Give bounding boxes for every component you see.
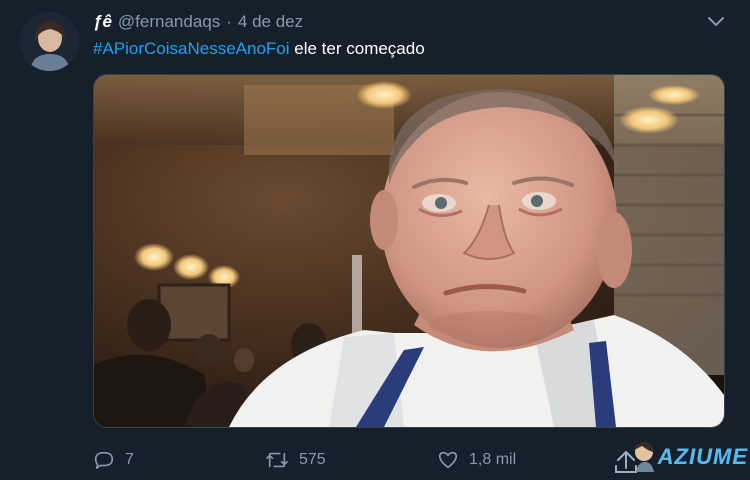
tweet-media-photo[interactable]	[93, 74, 725, 428]
like-count: 1,8 mil	[469, 451, 517, 468]
retweet-button[interactable]: 575	[265, 449, 437, 471]
chevron-down-icon[interactable]	[706, 12, 726, 32]
retweet-icon	[266, 452, 288, 468]
retweet-count: 575	[299, 451, 326, 468]
tweet: ƒê @fernandaqs · 4 de dez #APiorCoisaNes…	[0, 0, 750, 480]
tweet-body: ele ter começado	[289, 39, 425, 58]
action-bar: 7 575 1,8 mil	[93, 446, 653, 474]
avatar[interactable]	[20, 12, 79, 71]
share-icon[interactable]	[612, 438, 656, 476]
display-name[interactable]: ƒê	[93, 12, 112, 32]
user-handle[interactable]: @fernandaqs	[118, 12, 220, 32]
reply-button[interactable]: 7	[93, 449, 265, 471]
heart-icon	[438, 451, 458, 469]
avatar-image	[20, 12, 79, 71]
tweet-date[interactable]: 4 de dez	[238, 12, 303, 32]
reply-count: 7	[125, 451, 134, 468]
hashtag-link[interactable]: #APiorCoisaNesseAnoFoi	[93, 39, 290, 58]
watermark-text: AZIUME	[657, 444, 748, 469]
photo-chef-crying	[94, 75, 724, 427]
watermark-logo: AZIUME	[612, 438, 748, 476]
tweet-header: ƒê @fernandaqs · 4 de dez	[93, 10, 303, 34]
separator-dot: ·	[226, 12, 232, 31]
tweet-text: #APiorCoisaNesseAnoFoi ele ter começado	[93, 38, 425, 60]
like-button[interactable]: 1,8 mil	[437, 449, 609, 471]
reply-icon	[94, 451, 114, 470]
